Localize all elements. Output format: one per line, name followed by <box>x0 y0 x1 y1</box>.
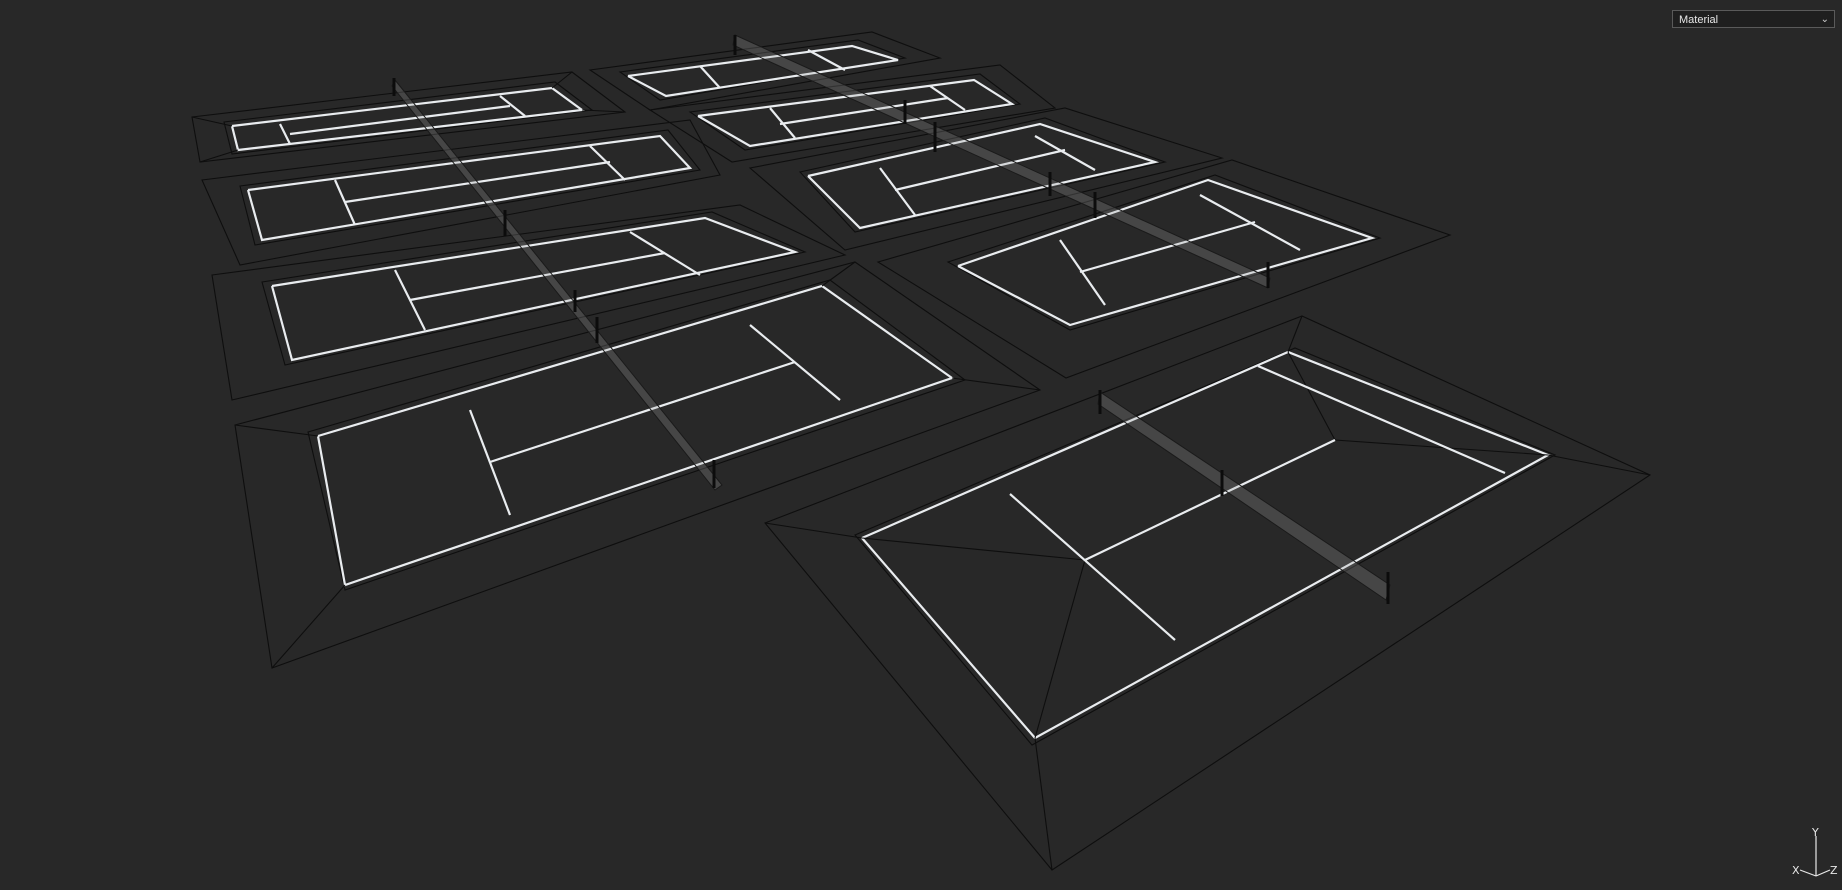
axis-label-z: Z <box>1830 864 1838 877</box>
court-tr-top <box>588 31 943 111</box>
shading-mode-value: Material <box>1679 14 1719 26</box>
shading-mode-dropdown[interactable]: Material ⌄ <box>1672 10 1835 28</box>
court-tr-fourth <box>876 159 1452 379</box>
axis-label-y: Y <box>1812 826 1819 839</box>
court-tl-fourth <box>234 261 1042 669</box>
net-front <box>1097 390 1391 604</box>
court-tl-second <box>201 119 721 266</box>
chevron-down-icon: ⌄ <box>1820 14 1829 25</box>
axis-label-x: X <box>1792 864 1800 877</box>
net-tl <box>391 78 723 491</box>
3d-viewport[interactable] <box>0 0 1842 890</box>
court-front <box>764 315 1652 871</box>
court-tr-second <box>648 64 1057 163</box>
axis-gizmo: Y X Z <box>1792 826 1840 882</box>
court-tl-third <box>211 204 847 401</box>
